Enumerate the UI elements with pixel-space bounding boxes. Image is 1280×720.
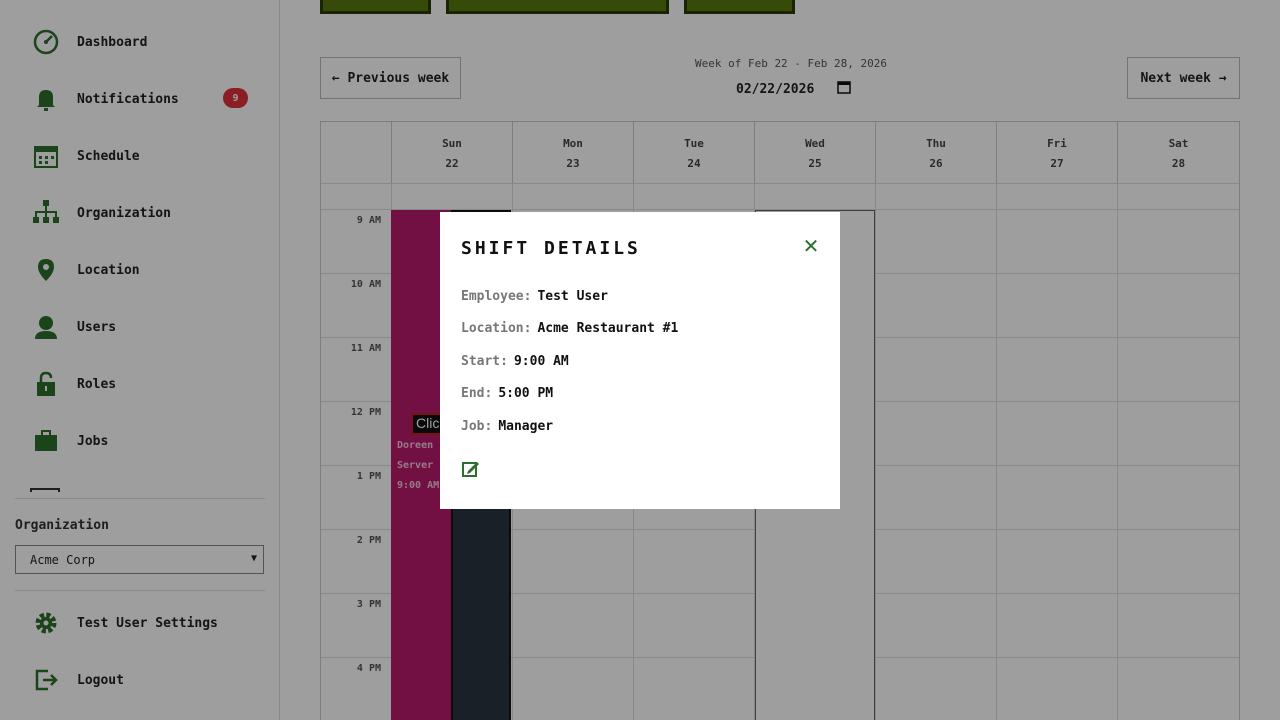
- start-label: Start:: [461, 353, 508, 369]
- end-value: 5:00 PM: [498, 385, 554, 401]
- job-label: Job:: [461, 418, 493, 434]
- location-field: Location: Acme Restaurant #1: [461, 318, 678, 338]
- edit-icon[interactable]: [462, 460, 480, 478]
- job-field: Job: Manager: [461, 416, 553, 436]
- end-label: End:: [461, 385, 493, 401]
- employee-value: Test User: [537, 288, 608, 304]
- location-label: Location:: [461, 320, 532, 336]
- modal-title: Shift Details: [461, 238, 641, 259]
- end-field: End: 5:00 PM: [461, 383, 553, 403]
- close-icon[interactable]: ✕: [801, 236, 821, 256]
- location-value: Acme Restaurant #1: [537, 320, 679, 336]
- employee-label: Employee:: [461, 288, 532, 304]
- job-value: Manager: [498, 418, 554, 434]
- start-field: Start: 9:00 AM: [461, 351, 569, 371]
- start-value: 9:00 AM: [513, 353, 569, 369]
- employee-field: Employee: Test User: [461, 286, 608, 306]
- shift-details-modal: Shift Details ✕ Employee: Test User Loca…: [440, 212, 840, 509]
